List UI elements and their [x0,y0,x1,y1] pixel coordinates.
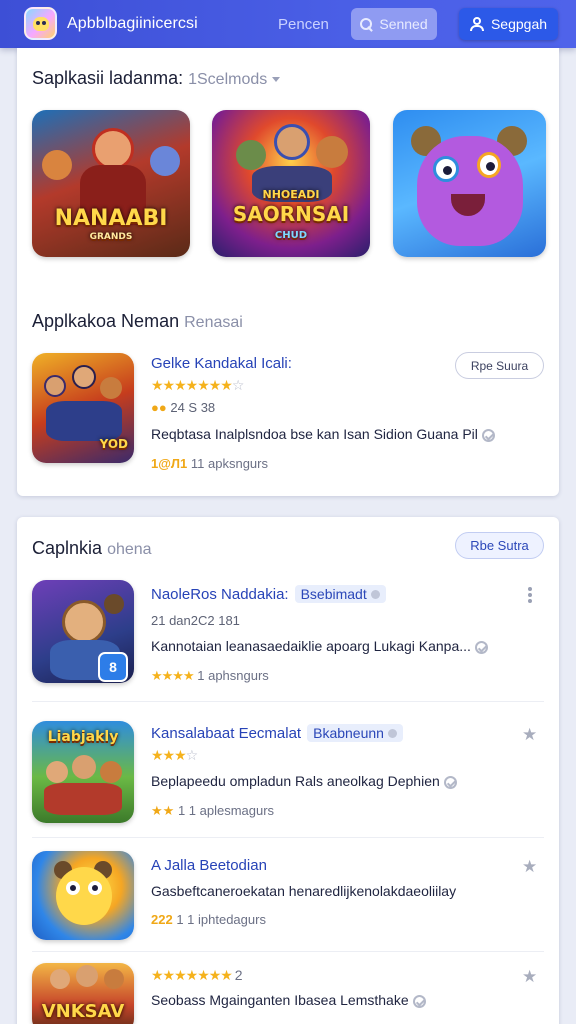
featured-game-caption: NANAABI [54,206,168,231]
favorite-star-icon[interactable]: ★ [522,857,537,877]
search-button-label: Senned [379,16,428,32]
game-description: Kannotaian leanasaedaiklie apoarg Lukagi… [151,638,488,654]
game-description: Reqbtasa Inalplsndoa bse kan Isan Sidion… [151,426,495,442]
featured-section-title: Saplkasii ladanma: 1Scelmods [32,68,281,89]
list-game-thumbnail[interactable] [32,851,134,940]
favorite-star-icon[interactable]: ★ [522,967,537,987]
recommended-game-title[interactable]: Gelke Kandakal Icali: [151,355,292,372]
game-tag[interactable]: Bsebimadt [294,585,386,603]
featured-game-tile[interactable]: NANAABI GRANDS [32,110,190,257]
search-icon [360,17,373,31]
list-game-title[interactable]: NaoleRos Naddakia: Bsebimadt [151,585,386,603]
list-card: Caplnkia ohena Rbe Sutra 8 NaoleRos Nadd… [17,517,559,1024]
download-count: ★★ 1 1 aplesmagurs [151,803,275,818]
chevron-down-icon [272,77,281,83]
featured-game-caption: SAORNSAI [232,202,350,226]
divider [32,951,544,952]
game-description: Gasbeftcaneroekatan henaredlijkenolakdae… [151,883,457,899]
list-game-title[interactable]: A Jalla Beetodian [151,857,267,874]
list-game-title[interactable]: Kansalabaat Eecmalat Bkabneunn [151,724,403,742]
list-action-button[interactable]: Rbe Sutra [455,532,544,559]
featured-filter-dropdown[interactable]: 1Scelmods [188,71,281,88]
rating-stars: ★★★★★★★ 2 [151,967,243,983]
download-count: 1@Л1 11 apksngurs [151,456,268,471]
game-description: Beplapeedu ompladun Rals aneolkag Dephie… [151,773,457,789]
list-game-thumbnail[interactable]: Liabjakly [32,721,134,823]
rating-stars: ★★★☆ [151,747,198,763]
featured-card: Saplkasii ladanma: 1Scelmods NANAABI GRA… [17,48,559,496]
divider [32,701,544,702]
signin-button[interactable]: Segpgah [459,8,558,40]
app-logo-icon[interactable] [24,7,57,40]
game-meta: ●● 24 S 38 [151,400,216,415]
list-game-thumbnail[interactable]: VNKSAV [32,963,134,1024]
featured-game-tile[interactable]: NHOEADI SAORNSAI CHUD [212,110,370,257]
app-name[interactable]: Apbblbagiinicercsi [67,15,198,33]
rating-stars: ★★★★★★★☆ [151,377,244,393]
user-icon [469,17,484,31]
divider [32,837,544,838]
download-count: ★★★★ 1 aphsngurs [151,668,269,683]
game-tag[interactable]: Bkabneunn [307,724,403,742]
recommended-game-thumbnail[interactable]: YOD [32,353,134,463]
favorite-star-icon[interactable]: ★ [522,725,537,745]
featured-game-tile[interactable] [393,110,546,257]
list-section-title: Caplnkia ohena [32,538,152,558]
verified-check-icon [443,775,457,789]
signin-button-label: Segpgah [490,16,548,32]
recommended-section-title: Applkakoa Neman Renasai [32,311,243,331]
game-description: Seobass Mgainganten Ibasea Lemsthake [151,992,426,1008]
verified-check-icon [474,640,488,654]
nav-link[interactable]: Pencen [278,16,329,33]
game-meta: 21 dan2C2 181 [151,613,240,628]
app-badge-icon: 8 [98,652,128,682]
verified-check-icon [412,994,426,1008]
recommended-action-button[interactable]: Rpe Suura [455,352,544,379]
more-options-icon[interactable] [528,587,532,603]
download-count: 222 1 1 iphtedagurs [151,912,266,927]
verified-check-icon [481,428,495,442]
top-app-bar: Apbblbagiinicercsi Pencen Senned Segpgah [0,0,576,48]
search-button[interactable]: Senned [351,8,437,40]
